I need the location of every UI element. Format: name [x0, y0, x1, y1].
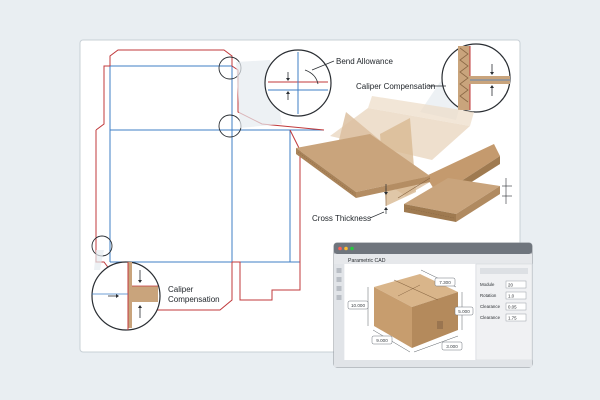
bend-allowance-label: Bend Allowance — [336, 57, 393, 66]
properties-header — [480, 268, 528, 274]
property-label: Clearance — [480, 304, 501, 309]
select-tool-icon[interactable] — [336, 268, 342, 273]
caliper-compensation-top-label: Caliper Compensation — [356, 82, 435, 91]
maximize-window-button[interactable] — [350, 246, 354, 251]
bend-allowance-magnifier — [264, 49, 332, 117]
property-label: Rotation — [480, 293, 497, 298]
property-value: 1.0 — [508, 293, 515, 298]
status-bar — [334, 360, 532, 367]
property-value: 0.05 — [508, 304, 517, 309]
dimension-depth: 7.300 — [439, 280, 451, 285]
caliper-label-line1: Caliper — [168, 285, 194, 294]
property-label: Module — [480, 282, 495, 287]
property-value: 1.75 — [508, 315, 517, 320]
cross-thickness-label: Cross Thickness — [312, 214, 371, 223]
dimension-right: 5.000 — [458, 309, 470, 314]
property-value: 20 — [508, 282, 513, 287]
cad-window-title: Parametric CAD — [348, 258, 386, 264]
minimize-window-button[interactable] — [344, 246, 348, 251]
cad-titlebar — [334, 243, 532, 254]
dimension-bottom: 3.000 — [446, 344, 458, 349]
dimension-width: 9.000 — [376, 338, 388, 343]
close-window-button[interactable] — [338, 246, 342, 251]
dimension-height: 10.000 — [351, 303, 365, 308]
cad-window: Parametric CAD 7.300 10.000 5.000 9.000 … — [333, 242, 533, 368]
diagram-canvas: Bend Allowance Caliper Compensation Cros… — [79, 39, 533, 368]
properties-panel — [475, 263, 533, 361]
caliper-label-line2: Compensation — [168, 295, 220, 304]
measure-tool-icon[interactable] — [336, 295, 342, 300]
rotate-tool-icon[interactable] — [336, 286, 342, 291]
move-tool-icon[interactable] — [336, 277, 342, 282]
caliper-compensation-magnifier-bottom — [91, 261, 161, 331]
property-label: Clearance — [480, 315, 501, 320]
caliper-compensation-magnifier-top — [441, 43, 511, 113]
